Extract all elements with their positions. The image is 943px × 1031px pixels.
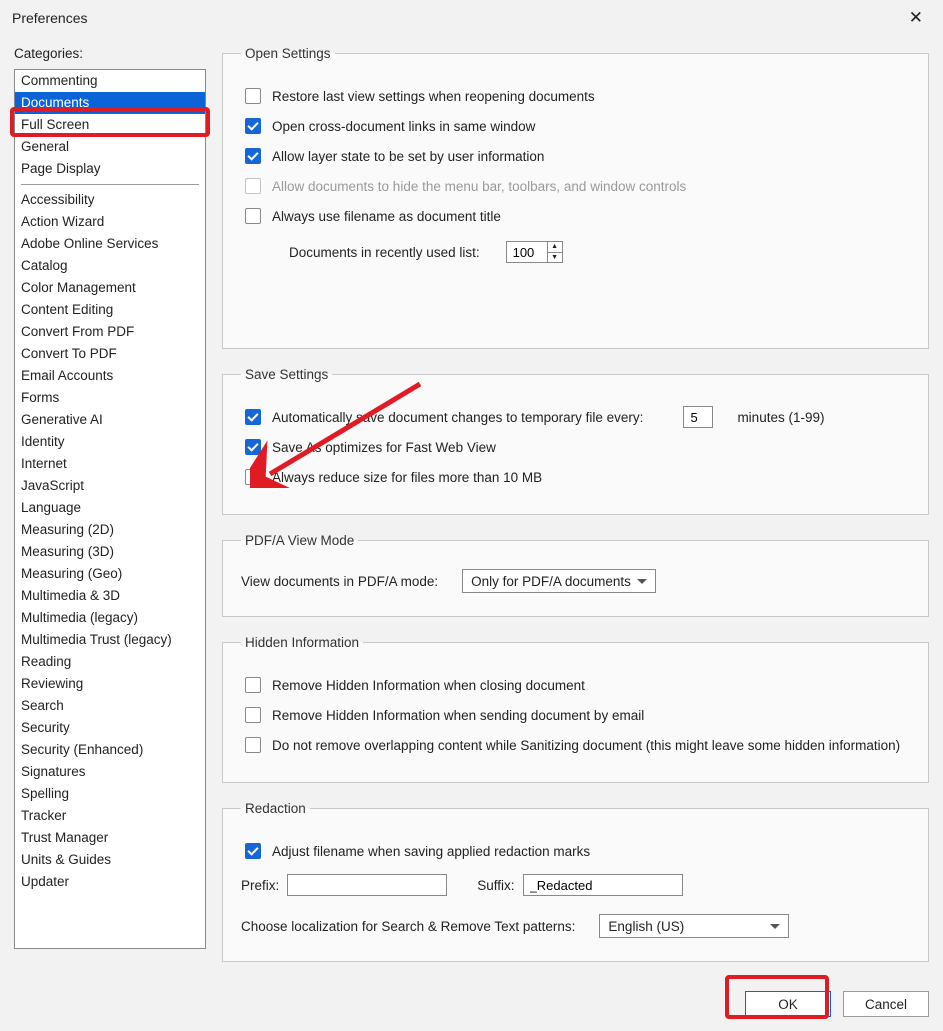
pdfa-group: PDF/A View Mode View documents in PDF/A … — [222, 533, 929, 617]
category-item-trust-manager[interactable]: Trust Manager — [15, 827, 205, 849]
window-title: Preferences — [12, 10, 901, 26]
pdfa-mode-label: View documents in PDF/A mode: — [241, 574, 438, 589]
ok-button[interactable]: OK — [745, 991, 831, 1017]
pdfa-mode-select[interactable]: Only for PDF/A documents — [462, 569, 656, 593]
spinner-up-icon[interactable]: ▲ — [548, 242, 562, 253]
category-item-convert-from-pdf[interactable]: Convert From PDF — [15, 321, 205, 343]
restore-view-checkbox[interactable] — [245, 88, 261, 104]
recent-list-spinner[interactable]: ▲▼ — [506, 241, 563, 263]
cross-links-label: Open cross-document links in same window — [272, 119, 535, 134]
hidden-info-legend: Hidden Information — [241, 635, 363, 650]
remove-on-send-checkbox[interactable] — [245, 707, 261, 723]
prefix-input[interactable] — [287, 874, 447, 896]
cancel-button[interactable]: Cancel — [843, 991, 929, 1017]
category-item-measuring-3d-[interactable]: Measuring (3D) — [15, 541, 205, 563]
overlap-label: Do not remove overlapping content while … — [272, 738, 900, 753]
category-item-internet[interactable]: Internet — [15, 453, 205, 475]
categories-listbox[interactable]: CommentingDocumentsFull ScreenGeneralPag… — [14, 69, 206, 949]
fast-web-label: Save As optimizes for Fast Web View — [272, 440, 496, 455]
category-item-documents[interactable]: Documents — [15, 92, 205, 114]
hide-bars-label: Allow documents to hide the menu bar, to… — [272, 179, 686, 194]
category-item-reading[interactable]: Reading — [15, 651, 205, 673]
category-item-measuring-geo-[interactable]: Measuring (Geo) — [15, 563, 205, 585]
category-item-updater[interactable]: Updater — [15, 871, 205, 893]
remove-on-close-checkbox[interactable] — [245, 677, 261, 693]
category-item-javascript[interactable]: JavaScript — [15, 475, 205, 497]
category-item-identity[interactable]: Identity — [15, 431, 205, 453]
category-item-action-wizard[interactable]: Action Wizard — [15, 211, 205, 233]
cross-links-checkbox[interactable] — [245, 118, 261, 134]
category-item-full-screen[interactable]: Full Screen — [15, 114, 205, 136]
redaction-legend: Redaction — [241, 801, 310, 816]
spinner-down-icon[interactable]: ▼ — [548, 253, 562, 263]
filename-title-label: Always use filename as document title — [272, 209, 501, 224]
open-settings-group: Open Settings Restore last view settings… — [222, 46, 929, 349]
remove-on-send-label: Remove Hidden Information when sending d… — [272, 708, 644, 723]
layer-state-label: Allow layer state to be set by user info… — [272, 149, 544, 164]
hide-bars-checkbox — [245, 178, 261, 194]
autosave-checkbox[interactable] — [245, 409, 261, 425]
categories-label: Categories: — [14, 46, 206, 61]
category-item-multimedia-3d[interactable]: Multimedia & 3D — [15, 585, 205, 607]
category-item-search[interactable]: Search — [15, 695, 205, 717]
localization-label: Choose localization for Search & Remove … — [241, 919, 575, 934]
category-item-email-accounts[interactable]: Email Accounts — [15, 365, 205, 387]
reduce-size-checkbox[interactable] — [245, 469, 261, 485]
remove-on-close-label: Remove Hidden Information when closing d… — [272, 678, 585, 693]
category-item-language[interactable]: Language — [15, 497, 205, 519]
category-item-units-guides[interactable]: Units & Guides — [15, 849, 205, 871]
category-item-security-enhanced-[interactable]: Security (Enhanced) — [15, 739, 205, 761]
category-item-forms[interactable]: Forms — [15, 387, 205, 409]
category-item-page-display[interactable]: Page Display — [15, 158, 205, 180]
category-item-adobe-online-services[interactable]: Adobe Online Services — [15, 233, 205, 255]
category-item-multimedia-trust-legacy-[interactable]: Multimedia Trust (legacy) — [15, 629, 205, 651]
close-icon[interactable]: ✕ — [901, 6, 931, 30]
category-item-tracker[interactable]: Tracker — [15, 805, 205, 827]
category-item-signatures[interactable]: Signatures — [15, 761, 205, 783]
category-item-generative-ai[interactable]: Generative AI — [15, 409, 205, 431]
category-item-convert-to-pdf[interactable]: Convert To PDF — [15, 343, 205, 365]
autosave-minutes-label: minutes (1-99) — [737, 410, 824, 425]
category-item-multimedia-legacy-[interactable]: Multimedia (legacy) — [15, 607, 205, 629]
category-item-color-management[interactable]: Color Management — [15, 277, 205, 299]
category-item-commenting[interactable]: Commenting — [15, 70, 205, 92]
localization-select[interactable]: English (US) — [599, 914, 789, 938]
reduce-size-label: Always reduce size for files more than 1… — [272, 470, 542, 485]
recent-list-input[interactable] — [507, 242, 547, 262]
category-item-accessibility[interactable]: Accessibility — [15, 189, 205, 211]
layer-state-checkbox[interactable] — [245, 148, 261, 164]
save-settings-group: Save Settings Automatically save documen… — [222, 367, 929, 515]
title-bar: Preferences ✕ — [0, 0, 943, 36]
adjust-filename-checkbox[interactable] — [245, 843, 261, 859]
autosave-label: Automatically save document changes to t… — [272, 410, 643, 425]
adjust-filename-label: Adjust filename when saving applied reda… — [272, 844, 590, 859]
filename-title-checkbox[interactable] — [245, 208, 261, 224]
prefix-label: Prefix: — [241, 878, 279, 893]
category-item-general[interactable]: General — [15, 136, 205, 158]
overlap-checkbox[interactable] — [245, 737, 261, 753]
category-divider — [21, 184, 199, 185]
category-item-measuring-2d-[interactable]: Measuring (2D) — [15, 519, 205, 541]
suffix-input[interactable] — [523, 874, 683, 896]
suffix-label: Suffix: — [477, 878, 514, 893]
category-item-security[interactable]: Security — [15, 717, 205, 739]
pdfa-legend: PDF/A View Mode — [241, 533, 358, 548]
fast-web-checkbox[interactable] — [245, 439, 261, 455]
category-item-spelling[interactable]: Spelling — [15, 783, 205, 805]
autosave-minutes-input[interactable] — [683, 406, 713, 428]
category-item-catalog[interactable]: Catalog — [15, 255, 205, 277]
redaction-group: Redaction Adjust filename when saving ap… — [222, 801, 929, 962]
restore-view-label: Restore last view settings when reopenin… — [272, 89, 595, 104]
save-settings-legend: Save Settings — [241, 367, 332, 382]
category-item-reviewing[interactable]: Reviewing — [15, 673, 205, 695]
recent-list-label: Documents in recently used list: — [289, 245, 480, 260]
hidden-info-group: Hidden Information Remove Hidden Informa… — [222, 635, 929, 783]
open-settings-legend: Open Settings — [241, 46, 335, 61]
category-item-content-editing[interactable]: Content Editing — [15, 299, 205, 321]
